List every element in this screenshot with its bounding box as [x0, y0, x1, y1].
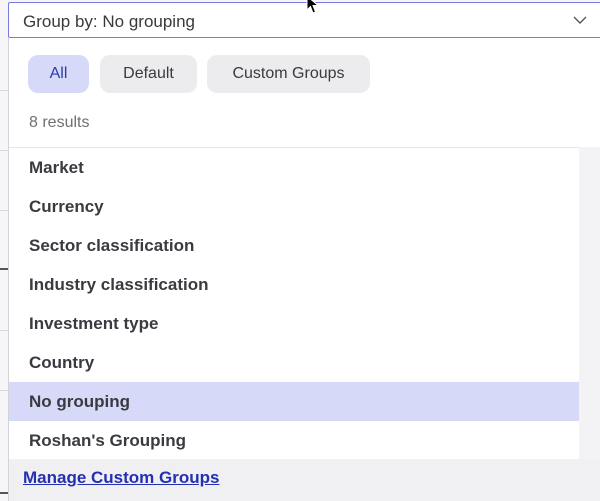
background-divider [0, 210, 8, 211]
background-divider [0, 492, 8, 494]
group-by-dropdown: All Default Custom Groups 8 results Mark… [8, 38, 600, 501]
option-industry-classification[interactable]: Industry classification [9, 265, 579, 304]
mouse-pointer-icon [306, 0, 320, 14]
background-divider [0, 90, 8, 91]
group-by-select[interactable]: Group by: No grouping [8, 2, 600, 38]
filter-custom-groups-button[interactable]: Custom Groups [207, 55, 370, 93]
background-divider [0, 330, 8, 331]
page: Group by: No grouping All Default Custom… [0, 0, 600, 501]
dropdown-footer: Manage Custom Groups [9, 459, 600, 501]
filter-default-button[interactable]: Default [100, 55, 197, 93]
option-sector-classification[interactable]: Sector classification [9, 226, 579, 265]
option-currency[interactable]: Currency [9, 187, 579, 226]
option-investment-type[interactable]: Investment type [9, 304, 579, 343]
option-market[interactable]: Market [9, 148, 579, 187]
manage-custom-groups-link[interactable]: Manage Custom Groups [23, 468, 219, 488]
results-count: 8 results [29, 114, 90, 131]
background-divider [0, 150, 8, 151]
group-by-label: Group by: No grouping [23, 12, 195, 31]
option-country[interactable]: Country [9, 343, 579, 382]
filter-all-button[interactable]: All [28, 55, 89, 93]
option-no-grouping[interactable]: No grouping [9, 382, 579, 421]
background-divider [0, 268, 8, 270]
background-divider [0, 390, 8, 391]
option-roshans-grouping[interactable]: Roshan's Grouping [9, 421, 579, 460]
grouping-options-list: Market Currency Sector classification In… [9, 147, 579, 460]
list-scrollbar[interactable] [579, 147, 600, 459]
chevron-down-icon[interactable] [573, 15, 587, 25]
